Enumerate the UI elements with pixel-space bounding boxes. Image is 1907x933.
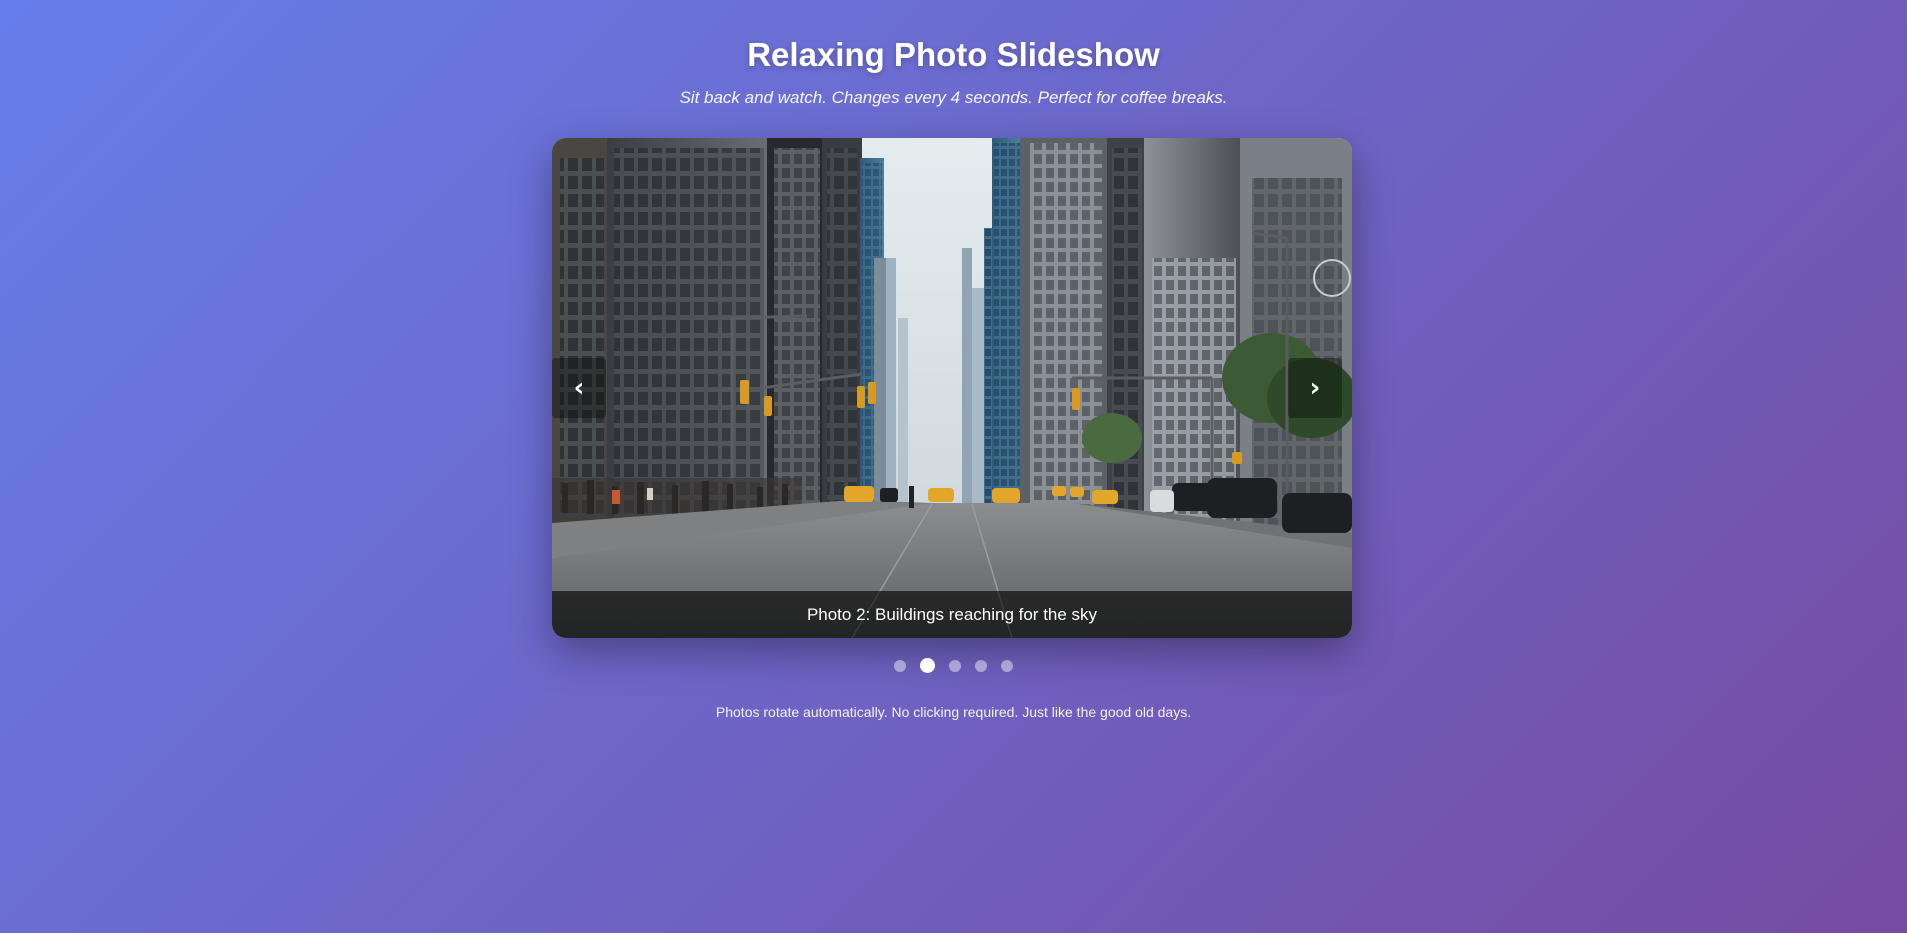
slide-indicator-dots [0, 658, 1907, 673]
slide-dot-4[interactable] [975, 659, 987, 672]
previous-slide-button[interactable]: ‹ [552, 358, 606, 418]
page-title: Relaxing Photo Slideshow [747, 36, 1160, 73]
slide-dot-3[interactable] [949, 659, 961, 672]
slide-dot-5[interactable] [1001, 659, 1013, 672]
footer-note: Photos rotate automatically. No clicking… [715, 704, 1192, 720]
slide-dot-1[interactable] [894, 659, 906, 672]
page-subtitle: Sit back and watch. Changes every 4 seco… [679, 88, 1228, 107]
slide-photo [552, 138, 1352, 638]
slide-caption: Photo 2: Buildings reaching for the sky [552, 591, 1352, 638]
slide-dot-2-active[interactable] [920, 658, 935, 673]
slideshow: ‹ › Photo 2: Buildings reaching for the … [552, 138, 1352, 638]
next-slide-button[interactable]: › [1288, 358, 1342, 418]
page: Relaxing Photo Slideshow Sit back and wa… [0, 0, 1907, 933]
